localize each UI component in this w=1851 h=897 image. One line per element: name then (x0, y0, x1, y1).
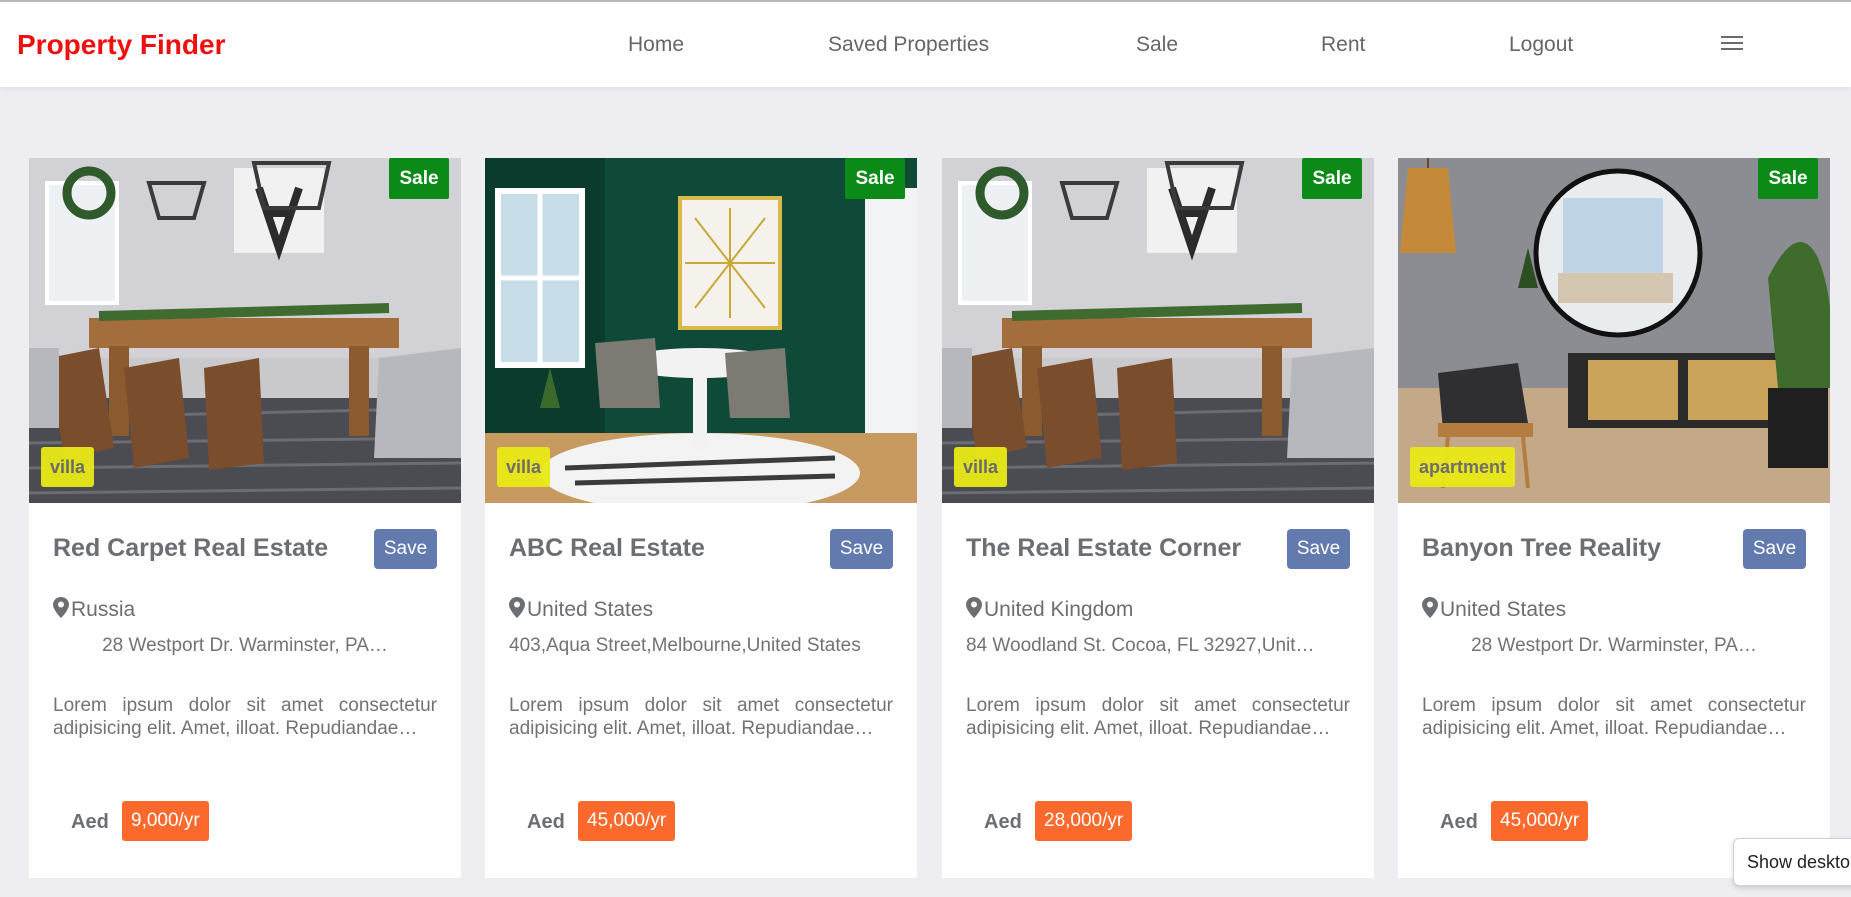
property-type-badge: villa (497, 447, 551, 487)
location-pin-icon (53, 597, 69, 618)
country-text: United States (527, 598, 654, 621)
property-type-badge: villa (41, 447, 95, 487)
nav-link-home[interactable]: Home (628, 33, 684, 57)
sale-badge: Sale (1758, 158, 1818, 199)
sale-badge: Sale (845, 158, 905, 199)
country-text: United Kingdom (984, 598, 1134, 621)
property-type-badge: villa (954, 447, 1008, 487)
currency-label: Aed (1440, 811, 1478, 833)
currency-label: Aed (984, 811, 1022, 833)
property-image[interactable]: Sale villa (942, 158, 1374, 503)
property-card[interactable]: Sale villa Red Carpet Real Estate Save R… (29, 158, 461, 878)
location-row: Russia (53, 597, 135, 622)
currency-label: Aed (71, 811, 109, 833)
location-row: United States (509, 597, 653, 622)
location-pin-icon (1422, 597, 1438, 618)
property-image[interactable]: Sale villa (29, 158, 461, 503)
sale-badge: Sale (389, 158, 449, 199)
card-title: ABC Real Estate (509, 534, 705, 562)
nav-link-logout[interactable]: Logout (1509, 33, 1573, 57)
save-button[interactable]: Save (1287, 529, 1350, 569)
hamburger-menu-icon[interactable] (1721, 36, 1745, 54)
country-text: United States (1440, 598, 1567, 621)
nav-link-sale[interactable]: Sale (1136, 33, 1178, 57)
location-row: United States (1422, 597, 1566, 622)
brand-logo[interactable]: Property Finder (17, 29, 225, 61)
price-badge: 28,000/yr (1035, 801, 1133, 841)
price-badge: 45,000/yr (578, 801, 676, 841)
price-badge: 45,000/yr (1491, 801, 1589, 841)
card-title: The Real Estate Corner (966, 534, 1242, 562)
address-text: 84 Woodland St. Cocoa, FL 32927,Unit… (966, 635, 1315, 656)
location-pin-icon (966, 597, 982, 618)
nav-link-saved-properties[interactable]: Saved Properties (828, 33, 989, 57)
property-image[interactable]: Sale villa (485, 158, 917, 503)
property-card[interactable]: Sale apartment Banyon Tree Reality Save … (1398, 158, 1830, 878)
address-text: 28 Westport Dr. Warminster, PA… (1471, 635, 1757, 656)
sale-badge: Sale (1302, 158, 1362, 199)
description-text: Lorem ipsum dolor sit amet consectetur a… (53, 695, 437, 739)
save-button[interactable]: Save (1743, 529, 1806, 569)
property-image[interactable]: Sale apartment (1398, 158, 1830, 503)
card-title: Red Carpet Real Estate (53, 534, 329, 562)
top-navbar: Property Finder Home Saved Properties Sa… (0, 0, 1851, 87)
country-text: Russia (71, 598, 136, 621)
property-card[interactable]: Sale villa ABC Real Estate Save United S… (485, 158, 917, 878)
address-text: 403,Aqua Street,Melbourne,United States (509, 635, 861, 656)
nav-link-rent[interactable]: Rent (1321, 33, 1365, 57)
save-button[interactable]: Save (374, 529, 437, 569)
location-pin-icon (509, 597, 525, 618)
description-text: Lorem ipsum dolor sit amet consectetur a… (966, 695, 1350, 739)
location-row: United Kingdom (966, 597, 1133, 622)
property-card[interactable]: Sale villa The Real Estate Corner Save U… (942, 158, 1374, 878)
currency-label: Aed (527, 811, 565, 833)
address-text: 28 Westport Dr. Warminster, PA… (102, 635, 388, 656)
description-text: Lorem ipsum dolor sit amet consectetur a… (509, 695, 893, 739)
property-type-badge: apartment (1410, 447, 1516, 487)
show-desktop-toast[interactable]: Show deskto (1733, 838, 1851, 886)
card-title: Banyon Tree Reality (1422, 534, 1661, 562)
price-badge: 9,000/yr (122, 801, 209, 841)
description-text: Lorem ipsum dolor sit amet consectetur a… (1422, 695, 1806, 739)
save-button[interactable]: Save (830, 529, 893, 569)
